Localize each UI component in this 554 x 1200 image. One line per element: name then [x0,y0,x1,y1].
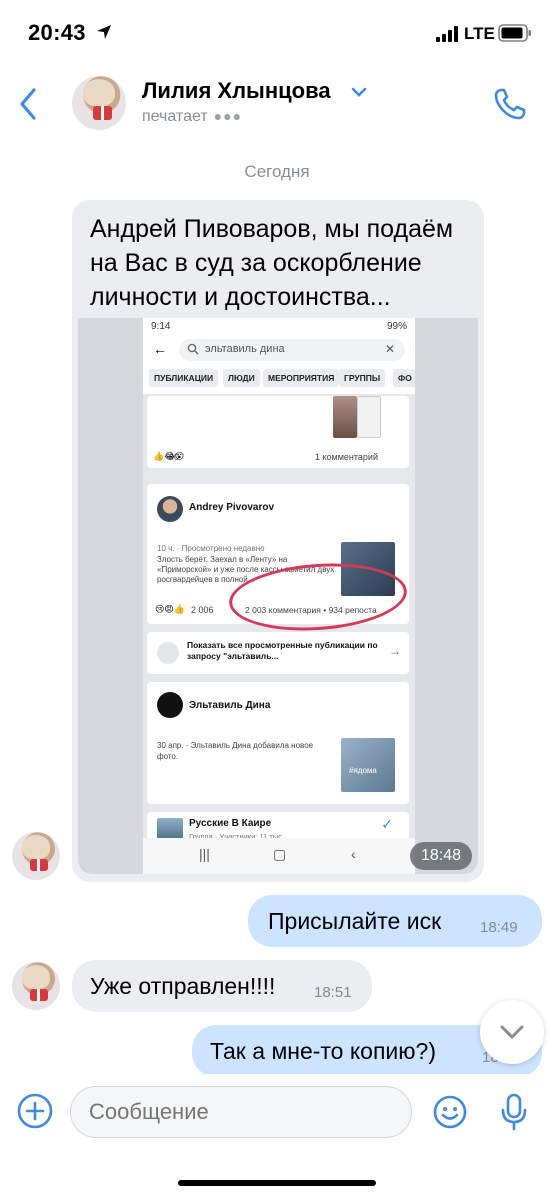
screenshot-chip: ГРУППЫ [339,369,386,387]
message-text: Андрей Пивоваров, мы подаём на Вас в суд… [90,215,454,311]
screenshot-chip: ФО [393,369,415,387]
screenshot-card1-comments: 1 комментарий [315,452,378,462]
screenshot-user-avatar [157,692,183,718]
screenshot-post-reaction-icons: 😢😡👍 [155,604,185,614]
message-text: Уже отправлен!!!! [90,973,276,999]
screenshot-search-icon [187,343,199,355]
screenshot-back-arrow-icon: ← [153,341,167,357]
screenshot-clear-icon: ✕ [384,342,395,356]
incoming-message[interactable]: Уже отправлен!!!! 18:51 [72,960,372,1012]
screenshot-home-icon: ▢ [273,846,287,862]
status-bar: 20:43 LTE [0,0,554,66]
home-indicator[interactable] [178,1180,376,1186]
screenshot-search-row: ← эльтавиль дина ✕ [143,336,415,364]
screenshot-search-query: эльтавиль дина [205,343,285,355]
screenshot-android-navbar: ||| ▢ ‹ [143,838,415,874]
screenshot-user-photo [341,738,395,792]
network-type: LTE [464,24,495,43]
screenshot-recent-icon: ||| [199,846,210,862]
location-arrow-icon [97,25,111,39]
chevron-down-icon[interactable] [350,86,368,98]
screenshot-post-author: Andrey Pivovarov [189,502,275,513]
battery-icon [498,24,531,42]
screenshot-back-icon: ‹ [351,846,356,862]
contact-avatar[interactable] [72,76,126,130]
screenshot-chip: ПУБЛИКАЦИИ [149,369,219,387]
screenshot-status-bar: 9:14 99% [143,318,415,336]
message-composer [0,1074,554,1170]
scroll-to-bottom-button[interactable] [480,1000,544,1064]
outgoing-message[interactable]: Присылайте иск 18:49 [248,895,542,947]
screenshot-show-all: Показать все просмотренные публикации по… [187,640,378,661]
screenshot-user-meta: 30 апр. · Эльтавиль Дина добавила новое … [157,741,314,761]
message-time: 18:51 [314,984,352,1001]
screenshot-post-reactions: 2 006 [191,605,214,615]
screenshot-author-avatar [157,496,183,522]
chat-header: Лилия Хлынцова печатает ●●● [0,66,554,146]
screenshot-show-all-row: Показать все просмотренные публикации по… [147,632,409,674]
screenshot-group-name: Русские В Каире [189,818,272,829]
attach-plus-icon[interactable] [16,1092,54,1130]
screenshot-battery: 99% [386,321,407,332]
typing-dots: ●●● [213,108,243,124]
screenshot-arrow-right-icon: → [389,644,401,658]
message-time: 18:49 [480,919,518,936]
screenshot-user-card: Эльтавиль Дина 30 апр. · Эльтавиль Дина … [147,682,409,804]
chevron-down-icon [500,1025,524,1039]
sender-avatar[interactable] [12,832,60,880]
screenshot-user-name: Эльтавиль Дина [189,700,271,711]
microphone-icon[interactable] [498,1092,530,1132]
screenshot-thumb [357,396,381,438]
screenshot-check-icon: ✓ [381,816,393,832]
screenshot-post-meta: 10 ч. · Просмотрено недавно [157,544,265,553]
typing-label: печатает [142,108,208,125]
status-time: 20:43 [28,20,86,45]
message-time: 18:48 [410,842,472,870]
emoji-smile-icon[interactable] [432,1094,468,1130]
sender-avatar[interactable] [12,962,60,1010]
screenshot-filter-chips: ПУБЛИКАЦИИ ЛЮДИ МЕРОПРИЯТИЯ ГРУППЫ ФО [143,364,415,394]
screenshot-thumb [333,396,357,438]
screenshot-chip: ЛЮДИ [223,369,260,387]
screenshot-group-avatar [157,818,183,840]
incoming-message-with-image[interactable]: Андрей Пивоваров, мы подаём на Вас в суд… [72,200,484,882]
screenshot-search-field: эльтавиль дина ✕ [179,339,405,361]
attached-image[interactable]: 9:14 99% ← эльтавиль дина ✕ ПУБЛИКАЦИИ Л… [78,318,478,874]
screenshot-time: 9:14 [151,321,171,332]
screenshot-card-1: 90 👍😂😮 1 комментарий [147,396,409,468]
phone-call-icon[interactable] [492,86,528,122]
screenshot-photo-tag: #ядома [349,766,377,775]
screenshot-list-icon [157,642,179,664]
typing-status: печатает ●●● [142,108,242,126]
screenshot-chip: МЕРОПРИЯТИЯ [263,369,340,387]
signal-icon [436,26,458,42]
message-input[interactable] [70,1086,412,1138]
date-separator: Сегодня [244,162,310,181]
message-text: Присылайте иск [268,908,442,934]
message-text: Так а мне-то копию?) [210,1038,436,1064]
back-chevron-icon[interactable] [12,84,46,124]
contact-name[interactable]: Лилия Хлынцова [142,78,331,104]
screenshot-reaction-icons: 👍😂😮 [153,451,185,461]
screenshot-content: 9:14 99% ← эльтавиль дина ✕ ПУБЛИКАЦИИ Л… [143,318,415,874]
